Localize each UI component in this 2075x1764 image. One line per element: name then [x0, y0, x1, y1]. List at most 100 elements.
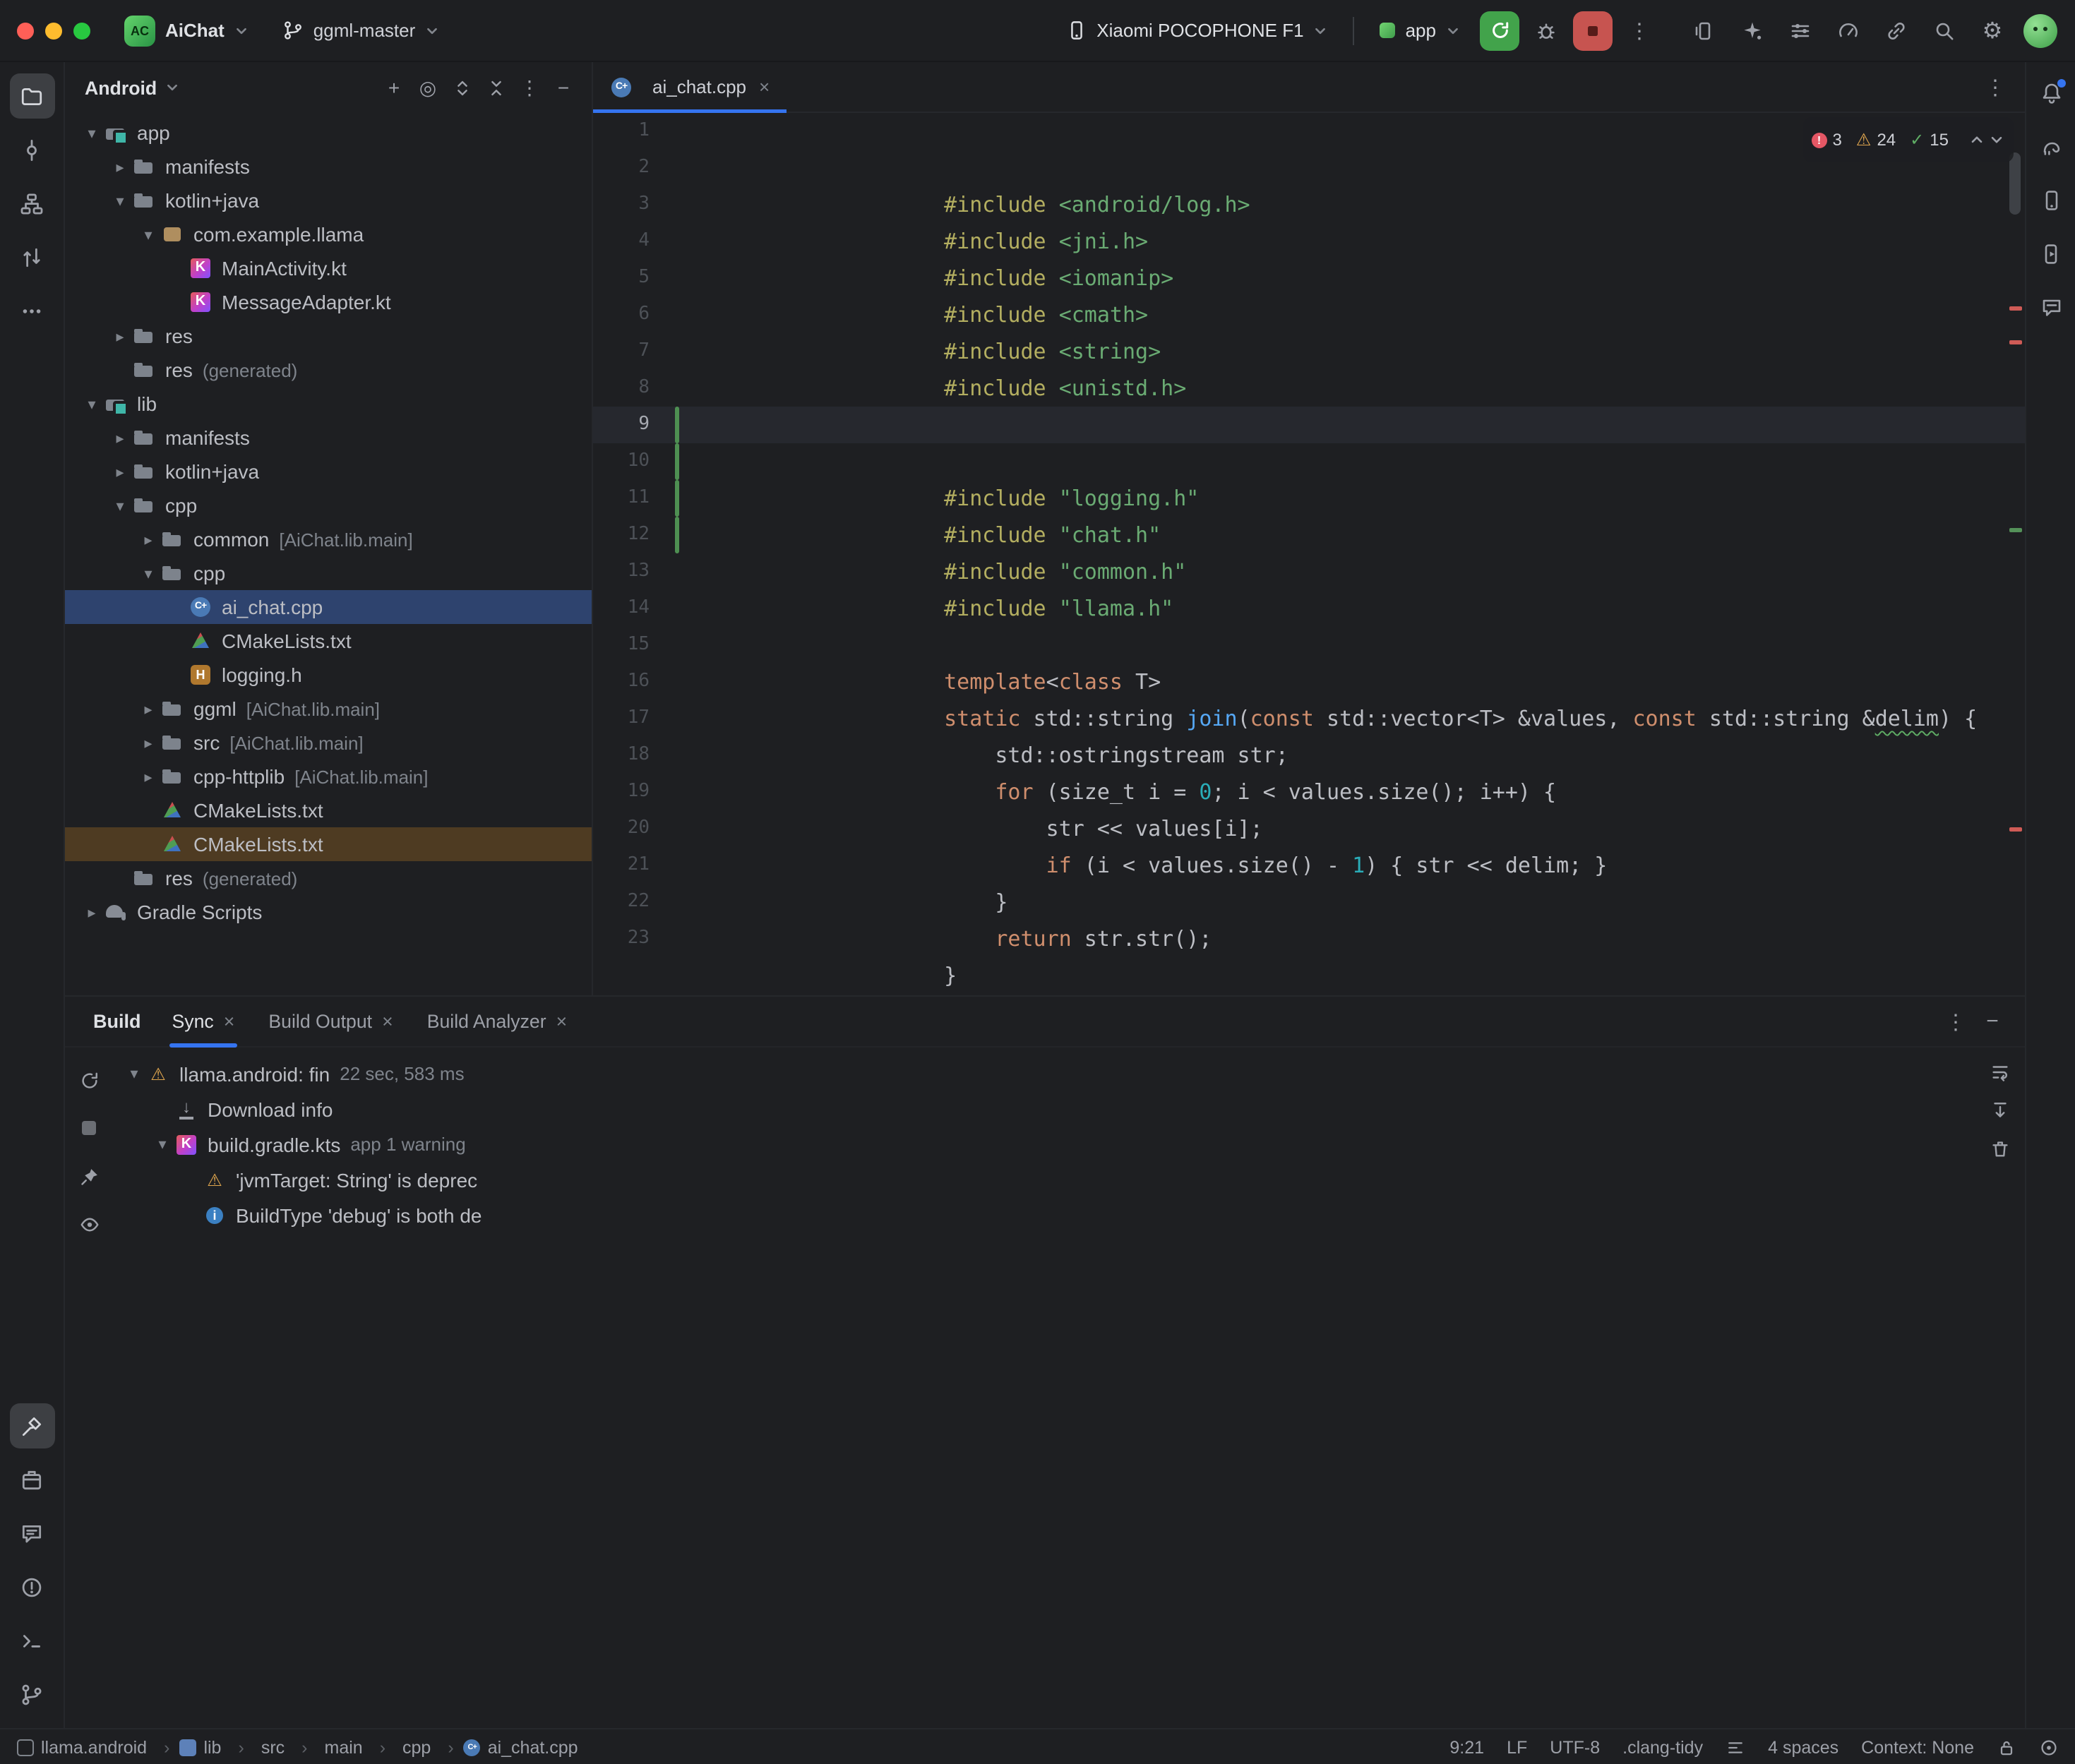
- code-line[interactable]: 5 #include <string>: [593, 260, 2025, 296]
- logcat-tool-icon[interactable]: [9, 1511, 54, 1556]
- breadcrumb-item[interactable]: cpp: [395, 1737, 464, 1757]
- build-tree-item[interactable]: llama.android: fin 22 sec, 583 ms: [113, 1056, 517, 1091]
- code-line[interactable]: 20 }: [593, 810, 2025, 847]
- build-tab[interactable]: Build Output ×: [251, 996, 409, 1047]
- minimize-window-button[interactable]: [45, 22, 62, 39]
- build-tool-icon[interactable]: [9, 1403, 54, 1448]
- tree-item[interactable]: manifests: [65, 421, 592, 455]
- close-tab-icon[interactable]: ×: [556, 1011, 568, 1032]
- tree-item[interactable]: lib: [65, 387, 592, 421]
- line-number[interactable]: 17: [593, 700, 650, 737]
- pull-requests-tool-icon[interactable]: [9, 234, 54, 280]
- error-stripe-mark[interactable]: [2009, 340, 2022, 344]
- tree-item[interactable]: res (generated): [65, 861, 592, 895]
- tree-item[interactable]: MessageAdapter.kt: [65, 285, 592, 319]
- tree-item[interactable]: res: [65, 319, 592, 353]
- line-number[interactable]: 5: [593, 260, 650, 296]
- line-number[interactable]: 13: [593, 553, 650, 590]
- device-streaming-icon[interactable]: [1686, 12, 1723, 49]
- editor-scrollbar[interactable]: [2009, 152, 2021, 215]
- build-tree-item[interactable]: 'jvmTarget: String' is deprec: [113, 1162, 517, 1197]
- tree-item[interactable]: CMakeLists.txt: [65, 827, 592, 861]
- code-line[interactable]: 15 static std::string join(const std::ve…: [593, 627, 2025, 664]
- scroll-to-end-icon[interactable]: [1990, 1100, 2011, 1121]
- passed-badge[interactable]: ✓15: [1910, 121, 1949, 158]
- more-tool-windows-icon[interactable]: [9, 288, 54, 333]
- line-number[interactable]: 18: [593, 737, 650, 774]
- tree-item[interactable]: ai_chat.cpp: [65, 590, 592, 624]
- context-widget[interactable]: Context: None: [1861, 1737, 1974, 1757]
- build-tab[interactable]: Build Analyzer ×: [410, 996, 585, 1047]
- build-tab[interactable]: Sync ×: [155, 996, 252, 1047]
- code-line[interactable]: 6 #include <unistd.h>: [593, 296, 2025, 333]
- line-number[interactable]: 14: [593, 590, 650, 627]
- tree-item[interactable]: CMakeLists.txt: [65, 793, 592, 827]
- problems-tool-icon[interactable]: [9, 1564, 54, 1609]
- build-tree-item[interactable]: Download info: [113, 1091, 517, 1127]
- line-number[interactable]: 10: [593, 443, 650, 480]
- encoding-widget[interactable]: UTF-8: [1550, 1737, 1600, 1757]
- tree-chevron-icon[interactable]: [79, 395, 104, 413]
- hide-build-panel-icon[interactable]: −: [1974, 1003, 2011, 1040]
- resource-manager-tool-icon[interactable]: [9, 1457, 54, 1502]
- line-number[interactable]: 12: [593, 517, 650, 553]
- change-stripe-mark[interactable]: [2009, 528, 2022, 532]
- search-icon[interactable]: [1926, 12, 1963, 49]
- build-tree-item[interactable]: BuildType 'debug' is both de: [113, 1197, 517, 1232]
- tree-item[interactable]: app: [65, 116, 592, 150]
- terminal-tool-icon[interactable]: [9, 1618, 54, 1663]
- profiler-icon[interactable]: [1830, 12, 1867, 49]
- code-style-icon[interactable]: [1726, 1737, 1745, 1757]
- tree-item[interactable]: cpp-httplib [AiChat.lib.main]: [65, 760, 592, 793]
- tree-chevron-icon[interactable]: [150, 1135, 175, 1153]
- tree-chevron-icon[interactable]: [136, 733, 161, 752]
- tree-item[interactable]: ggml [AiChat.lib.main]: [65, 692, 592, 726]
- tree-item[interactable]: kotlin+java: [65, 455, 592, 488]
- tree-item[interactable]: MainActivity.kt: [65, 251, 592, 285]
- editor-tab[interactable]: ai_chat.cpp ×: [593, 61, 787, 112]
- line-number[interactable]: 2: [593, 150, 650, 186]
- code-line[interactable]: 9 #include "logging.h": [593, 407, 2025, 443]
- breadcrumb-item[interactable]: llama.android: [17, 1737, 179, 1757]
- line-number[interactable]: 4: [593, 223, 650, 260]
- project-tool-icon[interactable]: [9, 73, 54, 119]
- code-line[interactable]: 13: [593, 553, 2025, 590]
- highlight-level-icon[interactable]: [2039, 1737, 2059, 1757]
- tree-item[interactable]: logging.h: [65, 658, 592, 692]
- breadcrumb-item[interactable]: ai_chat.cpp: [464, 1737, 578, 1757]
- tree-chevron-icon[interactable]: [136, 564, 161, 582]
- tree-chevron-icon[interactable]: [79, 124, 104, 142]
- clear-console-icon[interactable]: [1990, 1138, 2011, 1159]
- line-number[interactable]: 1: [593, 113, 650, 150]
- zoom-window-button[interactable]: [73, 22, 90, 39]
- breadcrumb-item[interactable]: lib: [179, 1737, 253, 1757]
- line-number[interactable]: 16: [593, 664, 650, 700]
- build-tree-item[interactable]: build.gradle.kts app 1 warning: [113, 1127, 517, 1162]
- close-tab-icon[interactable]: ×: [759, 76, 770, 97]
- line-number[interactable]: 21: [593, 847, 650, 884]
- tree-item[interactable]: res (generated): [65, 353, 592, 387]
- error-stripe-mark[interactable]: [2009, 827, 2022, 832]
- tree-chevron-icon[interactable]: [136, 700, 161, 718]
- line-number[interactable]: 3: [593, 186, 650, 223]
- tree-item[interactable]: cpp: [65, 556, 592, 590]
- collapse-all-icon[interactable]: [479, 71, 513, 104]
- tree-item[interactable]: src [AiChat.lib.main]: [65, 726, 592, 760]
- error-stripe-mark[interactable]: [2009, 306, 2022, 311]
- close-tab-icon[interactable]: ×: [382, 1011, 393, 1032]
- select-opened-file-icon[interactable]: ◎: [411, 71, 445, 104]
- device-selector[interactable]: Xiaomi POCOPHONE F1: [1054, 14, 1339, 47]
- hide-panel-icon[interactable]: −: [546, 71, 580, 104]
- build-variants-icon[interactable]: [1782, 12, 1819, 49]
- code-line[interactable]: 21 return str.str();: [593, 847, 2025, 884]
- code-line[interactable]: 22 }: [593, 884, 2025, 920]
- tree-chevron-icon[interactable]: [136, 767, 161, 786]
- line-number[interactable]: 22: [593, 884, 650, 920]
- tree-chevron-icon[interactable]: [107, 157, 133, 176]
- code-line[interactable]: 3 #include <iomanip>: [593, 186, 2025, 223]
- line-number[interactable]: 15: [593, 627, 650, 664]
- tree-chevron-icon[interactable]: [136, 225, 161, 244]
- stop-button[interactable]: [1573, 11, 1613, 50]
- tree-chevron-icon[interactable]: [107, 191, 133, 210]
- tree-item[interactable]: manifests: [65, 150, 592, 184]
